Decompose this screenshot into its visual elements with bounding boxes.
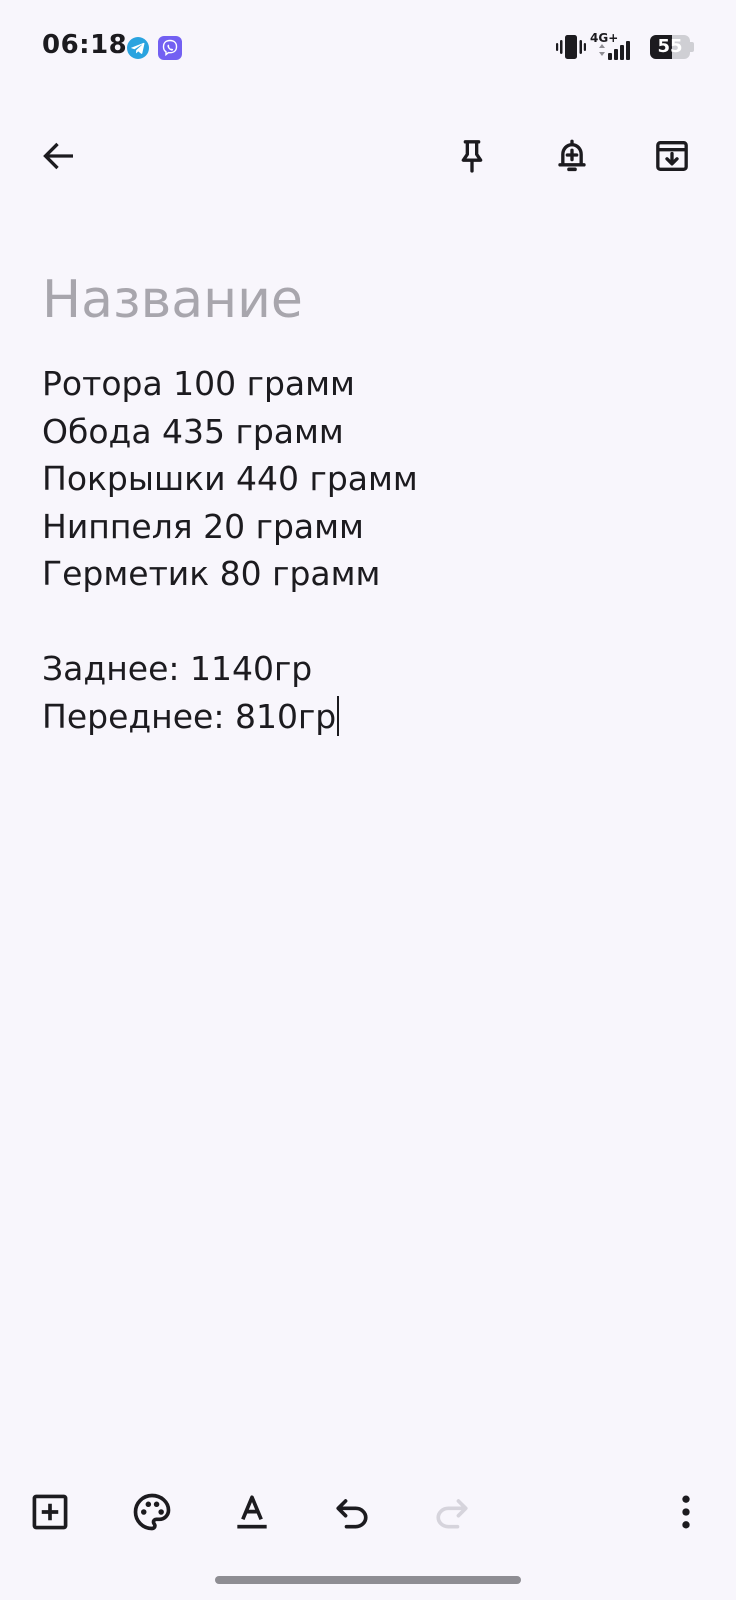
note-line-last: Переднее: 810гр <box>42 693 702 741</box>
archive-icon <box>656 141 688 171</box>
text-format-button[interactable] <box>224 1484 280 1540</box>
note-line: Ротора 100 грамм <box>42 364 355 403</box>
note-line-text: Переднее: 810гр <box>42 696 337 736</box>
battery-level-text: 55 <box>657 36 683 57</box>
add-box-icon <box>32 1494 68 1530</box>
note-title-placeholder: Название <box>42 270 303 330</box>
note-line <box>42 598 702 646</box>
reminder-button[interactable] <box>544 128 600 184</box>
back-button[interactable] <box>30 128 86 184</box>
vibrate-icon <box>556 35 586 59</box>
telegram-icon <box>127 37 149 59</box>
bell-plus-icon <box>558 139 586 172</box>
note-line: Покрышки 440 грамм <box>42 459 418 498</box>
note-line: Заднее: 1140гр <box>42 649 313 688</box>
note-body-input[interactable]: Ротора 100 грамм Обода 435 грамм Покрышк… <box>42 360 702 740</box>
undo-icon <box>336 1499 368 1529</box>
redo-icon <box>436 1499 468 1529</box>
status-time: 06:18 <box>42 30 128 60</box>
viber-icon <box>158 36 182 60</box>
text-format-icon <box>237 1495 267 1529</box>
arrow-left-icon <box>43 142 73 170</box>
battery-indicator: 55 <box>650 35 694 59</box>
palette-button[interactable] <box>124 1484 180 1540</box>
status-bar: 06:18 4G+ 55 <box>0 0 736 96</box>
more-vert-icon <box>682 1495 690 1529</box>
signal-icon <box>599 41 630 60</box>
undo-button[interactable] <box>324 1484 380 1540</box>
palette-icon <box>133 1493 171 1531</box>
note-line: Обода 435 грамм <box>42 411 344 451</box>
battery-body: 55 <box>650 35 690 59</box>
note-title-input[interactable]: Название <box>42 268 692 332</box>
text-cursor <box>337 695 340 736</box>
note-line: Герметик 80 грамм <box>42 554 381 593</box>
add-button[interactable] <box>22 1484 78 1540</box>
pin-button[interactable] <box>444 128 500 184</box>
redo-button[interactable] <box>424 1484 480 1540</box>
note-line: Ниппеля 20 грамм <box>42 506 364 546</box>
battery-cap <box>690 42 694 52</box>
home-indicator[interactable] <box>215 1576 521 1584</box>
more-options-button[interactable] <box>658 1484 714 1540</box>
pin-icon <box>461 140 483 173</box>
archive-button[interactable] <box>644 128 700 184</box>
